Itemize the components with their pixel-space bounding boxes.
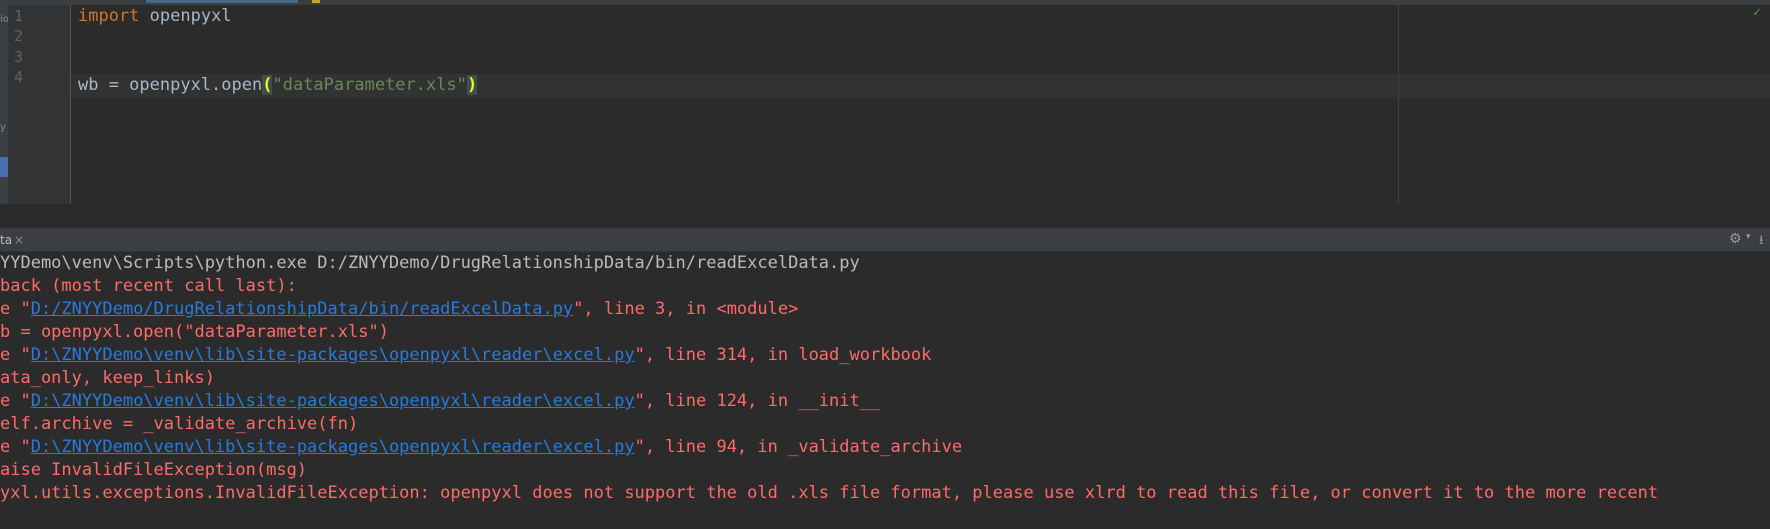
- tool-window-label[interactable]: y: [0, 122, 6, 133]
- right-margin-guide: [1398, 5, 1399, 204]
- console-line: e "D:\ZNYYDemo\venv\lib\site-packages\op…: [0, 344, 931, 367]
- code-editor[interactable]: import openpyxl wb = openpyxl.open("data…: [71, 5, 1770, 204]
- trace-suffix: ", line 94, in _validate_archive: [634, 437, 963, 457]
- file-link[interactable]: D:\ZNYYDemo\venv\lib\site-packages\openp…: [31, 391, 635, 411]
- line-number: 2: [14, 27, 24, 45]
- console-line: e "D:\ZNYYDemo\venv\lib\site-packages\op…: [0, 436, 962, 459]
- trace-suffix: ", line 314, in load_workbook: [634, 345, 932, 365]
- tool-window-selected[interactable]: [0, 157, 8, 177]
- run-panel-header: ta × ⚙ ▾ ⭳: [0, 229, 1770, 252]
- console-output[interactable]: YYDemo\venv\Scripts\python.exe D:/ZNYYDe…: [0, 252, 1770, 529]
- chevron-down-icon[interactable]: ▾: [1746, 232, 1751, 242]
- active-tab-indicator[interactable]: [146, 0, 298, 3]
- file-link[interactable]: D:\ZNYYDemo\venv\lib\site-packages\openp…: [31, 437, 635, 457]
- code-line-1[interactable]: import openpyxl: [78, 5, 232, 28]
- matched-paren: (: [262, 75, 273, 95]
- inspection-ok-icon[interactable]: ✓: [1753, 5, 1761, 20]
- file-link[interactable]: D:\ZNYYDemo\venv\lib\site-packages\openp…: [31, 345, 635, 365]
- console-line: ata_only, keep_links): [0, 368, 215, 388]
- gear-icon[interactable]: ⚙: [1729, 231, 1742, 247]
- file-link[interactable]: D:/ZNYYDemo/DrugRelationshipData/bin/rea…: [31, 299, 573, 319]
- code-line-4[interactable]: wb = openpyxl.open("dataParameter.xls"): [78, 74, 478, 97]
- trace-suffix: ", line 124, in __init__: [634, 391, 881, 411]
- modified-tab-indicator[interactable]: [312, 0, 320, 3]
- trace-prefix: e ": [0, 299, 31, 319]
- string-token: "dataParameter.xls": [272, 75, 467, 95]
- console-line: yxl.utils.exceptions.InvalidFileExceptio…: [0, 483, 1659, 503]
- console-line: e "D:\ZNYYDemo\venv\lib\site-packages\op…: [0, 390, 880, 413]
- trace-prefix: e ": [0, 345, 31, 365]
- trace-prefix: e ": [0, 391, 31, 411]
- console-line: b = openpyxl.open("dataParameter.xls"): [0, 322, 389, 342]
- console-line: back (most recent call last):: [0, 276, 297, 296]
- trace-suffix: ", line 3, in <module>: [573, 299, 799, 319]
- close-icon[interactable]: ×: [14, 229, 24, 251]
- tool-window-strip: io y: [0, 5, 9, 204]
- line-number: 1: [14, 7, 24, 25]
- line-number: 4: [14, 68, 24, 86]
- matched-paren: ): [466, 75, 478, 95]
- editor-bottom-area: [0, 204, 1770, 229]
- run-tab-label[interactable]: ta: [0, 229, 12, 251]
- keyword-token: import: [78, 6, 140, 26]
- console-line: YYDemo\venv\Scripts\python.exe D:/ZNYYDe…: [0, 253, 860, 273]
- console-line: aise InvalidFileException(msg): [0, 460, 308, 480]
- trace-prefix: e ": [0, 437, 31, 457]
- code-token: wb = openpyxl.open: [78, 75, 263, 95]
- line-number: 3: [14, 48, 24, 66]
- console-line: elf.archive = _validate_archive(fn): [0, 414, 359, 434]
- download-icon[interactable]: ⭳: [1759, 231, 1764, 253]
- code-token: openpyxl: [139, 6, 232, 26]
- line-number-gutter: 1 2 3 4: [8, 5, 71, 204]
- console-line: e "D:/ZNYYDemo/DrugRelationshipData/bin/…: [0, 298, 798, 321]
